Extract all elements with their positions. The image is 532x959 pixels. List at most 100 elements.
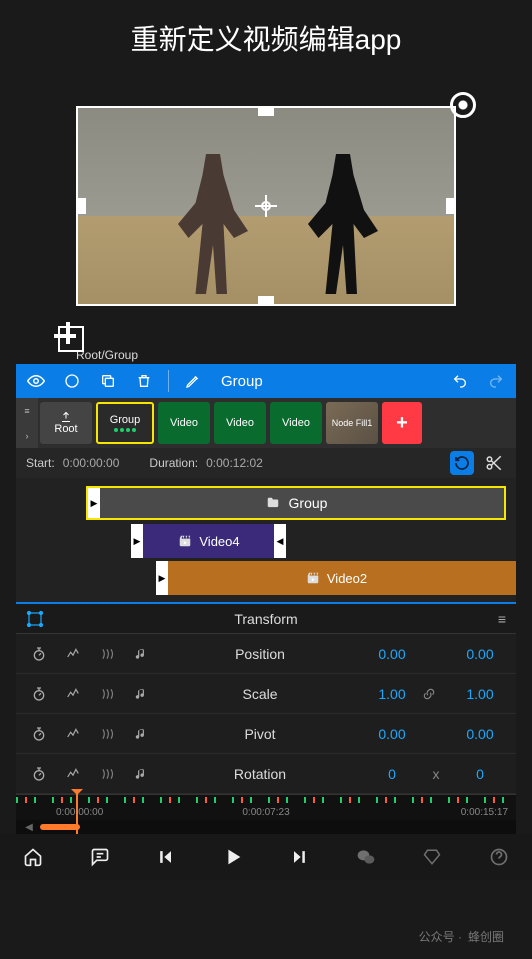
play-icon[interactable] — [217, 841, 249, 873]
timeline-tracks[interactable]: ▶ Group ▶ Video4 ◀ ▶ Video2 — [16, 478, 516, 602]
keyframe-stopwatch-icon[interactable] — [22, 646, 56, 662]
property-value-x[interactable]: 0.00 — [362, 646, 422, 662]
selection-frame[interactable] — [76, 106, 456, 306]
sound-icon[interactable] — [124, 726, 158, 742]
comments-icon[interactable] — [84, 841, 116, 873]
node-video-label: Video — [282, 417, 310, 429]
property-value-x[interactable]: 1.00 — [362, 686, 422, 702]
sound-icon[interactable] — [124, 646, 158, 662]
node-root[interactable]: Root — [40, 402, 92, 444]
reset-time-button[interactable] — [450, 451, 474, 475]
bottom-toolbar — [0, 834, 532, 880]
video4-clip[interactable]: ▶ Video4 ◀ — [131, 524, 286, 558]
node-video[interactable]: Video — [270, 402, 322, 444]
clip-start-handle[interactable]: ▶ — [131, 524, 143, 558]
group-track[interactable]: ▶ Group — [86, 486, 506, 520]
node-video-label: Video — [170, 417, 198, 429]
track-fold-icon[interactable]: ▶ — [88, 488, 100, 518]
resize-handle-left[interactable] — [76, 198, 86, 214]
video-track[interactable]: ▶ Video4 ◀ — [16, 524, 516, 558]
crop-icon[interactable] — [58, 326, 84, 352]
timeline-ruler[interactable]: 0:00:00:00 0:00:07:23 0:00:15:17 — [16, 794, 516, 820]
property-value-y[interactable]: 0 — [450, 766, 510, 782]
copy-icon[interactable] — [96, 369, 120, 393]
transform-panel-header[interactable]: Transform ≡ — [16, 602, 516, 634]
timeline-scrollbar[interactable]: ◀ — [16, 820, 516, 834]
node-fill[interactable]: Node Fill1 — [326, 402, 378, 444]
scroll-left-icon[interactable]: ◀ — [22, 822, 36, 833]
diamond-icon[interactable] — [416, 841, 448, 873]
visibility-icon[interactable] — [24, 369, 48, 393]
keyframe-stopwatch-icon[interactable] — [22, 686, 56, 702]
scrollbar-thumb[interactable] — [40, 824, 80, 830]
node-group[interactable]: Group — [96, 402, 154, 444]
link-axes-icon[interactable]: x — [422, 766, 450, 782]
graph-icon[interactable] — [56, 647, 90, 661]
pivot-marker[interactable] — [255, 195, 277, 217]
clip-end-handle[interactable]: ◀ — [274, 524, 286, 558]
link-axes-icon[interactable] — [422, 687, 450, 701]
property-value-y[interactable]: 0.00 — [450, 726, 510, 742]
keyframe-stopwatch-icon[interactable] — [22, 766, 56, 782]
redo-icon[interactable] — [484, 369, 508, 393]
property-row-position: Position0.000.00 — [16, 634, 516, 674]
node-row-tools[interactable]: ≡ › — [16, 398, 38, 448]
upload-icon — [58, 411, 74, 423]
trash-icon[interactable] — [132, 369, 156, 393]
watermark-name: 蜂创圈 — [468, 928, 504, 945]
video2-clip[interactable]: ▶ Video2 — [156, 561, 516, 595]
property-name: Rotation — [158, 766, 362, 782]
node-video[interactable]: Video — [158, 402, 210, 444]
watermark-prefix: 公众号 · — [419, 928, 462, 945]
graph-icon[interactable] — [56, 767, 90, 781]
property-value-y[interactable]: 0.00 — [450, 646, 510, 662]
reorder-icon[interactable]: ≡ — [24, 406, 29, 416]
sound-icon[interactable] — [124, 766, 158, 782]
property-row-pivot: Pivot0.000.00 — [16, 714, 516, 754]
video-track[interactable]: ▶ Video2 — [16, 561, 516, 595]
resize-handle-top[interactable] — [258, 106, 274, 116]
duration-value[interactable]: 0:00:12:02 — [206, 456, 263, 470]
ease-icon[interactable] — [90, 646, 124, 662]
property-value-y[interactable]: 1.00 — [450, 686, 510, 702]
child-indicator-icon — [114, 428, 136, 432]
ease-icon[interactable] — [90, 726, 124, 742]
node-video[interactable]: Video — [214, 402, 266, 444]
transform-title: Transform — [50, 611, 482, 627]
home-icon[interactable] — [17, 841, 49, 873]
property-name: Pivot — [158, 726, 362, 742]
property-value-x[interactable]: 0.00 — [362, 726, 422, 742]
duration-label: Duration: — [149, 456, 198, 470]
start-value[interactable]: 0:00:00:00 — [63, 456, 120, 470]
panel-menu-icon[interactable]: ≡ — [482, 611, 506, 627]
expand-icon[interactable]: › — [26, 431, 29, 441]
wechat-icon[interactable] — [350, 841, 382, 873]
watermark: 公众号 · 蜂创圈 — [419, 928, 504, 945]
ease-icon[interactable] — [90, 686, 124, 702]
breadcrumb: Root/Group — [16, 346, 516, 364]
node-root-label: Root — [54, 423, 77, 435]
plus-icon: + — [396, 412, 408, 435]
rotate-handle-icon[interactable] — [450, 92, 476, 118]
next-frame-icon[interactable] — [283, 841, 315, 873]
ease-icon[interactable] — [90, 766, 124, 782]
node-video-label: Video — [226, 417, 254, 429]
video4-clip-label: Video4 — [199, 534, 239, 549]
video-subject — [178, 154, 248, 294]
resize-handle-right[interactable] — [446, 198, 456, 214]
preview-canvas[interactable] — [56, 86, 476, 346]
resize-handle-bottom[interactable] — [258, 296, 274, 306]
sound-icon[interactable] — [124, 686, 158, 702]
record-icon[interactable] — [60, 369, 84, 393]
graph-icon[interactable] — [56, 727, 90, 741]
help-icon[interactable] — [483, 841, 515, 873]
prev-frame-icon[interactable] — [150, 841, 182, 873]
scissors-icon[interactable] — [482, 451, 506, 475]
undo-icon[interactable] — [448, 369, 472, 393]
graph-icon[interactable] — [56, 687, 90, 701]
keyframe-stopwatch-icon[interactable] — [22, 726, 56, 742]
property-value-x[interactable]: 0 — [362, 766, 422, 782]
pencil-icon[interactable] — [181, 369, 205, 393]
clip-start-handle[interactable]: ▶ — [156, 561, 168, 595]
add-node-button[interactable]: + — [382, 402, 422, 444]
